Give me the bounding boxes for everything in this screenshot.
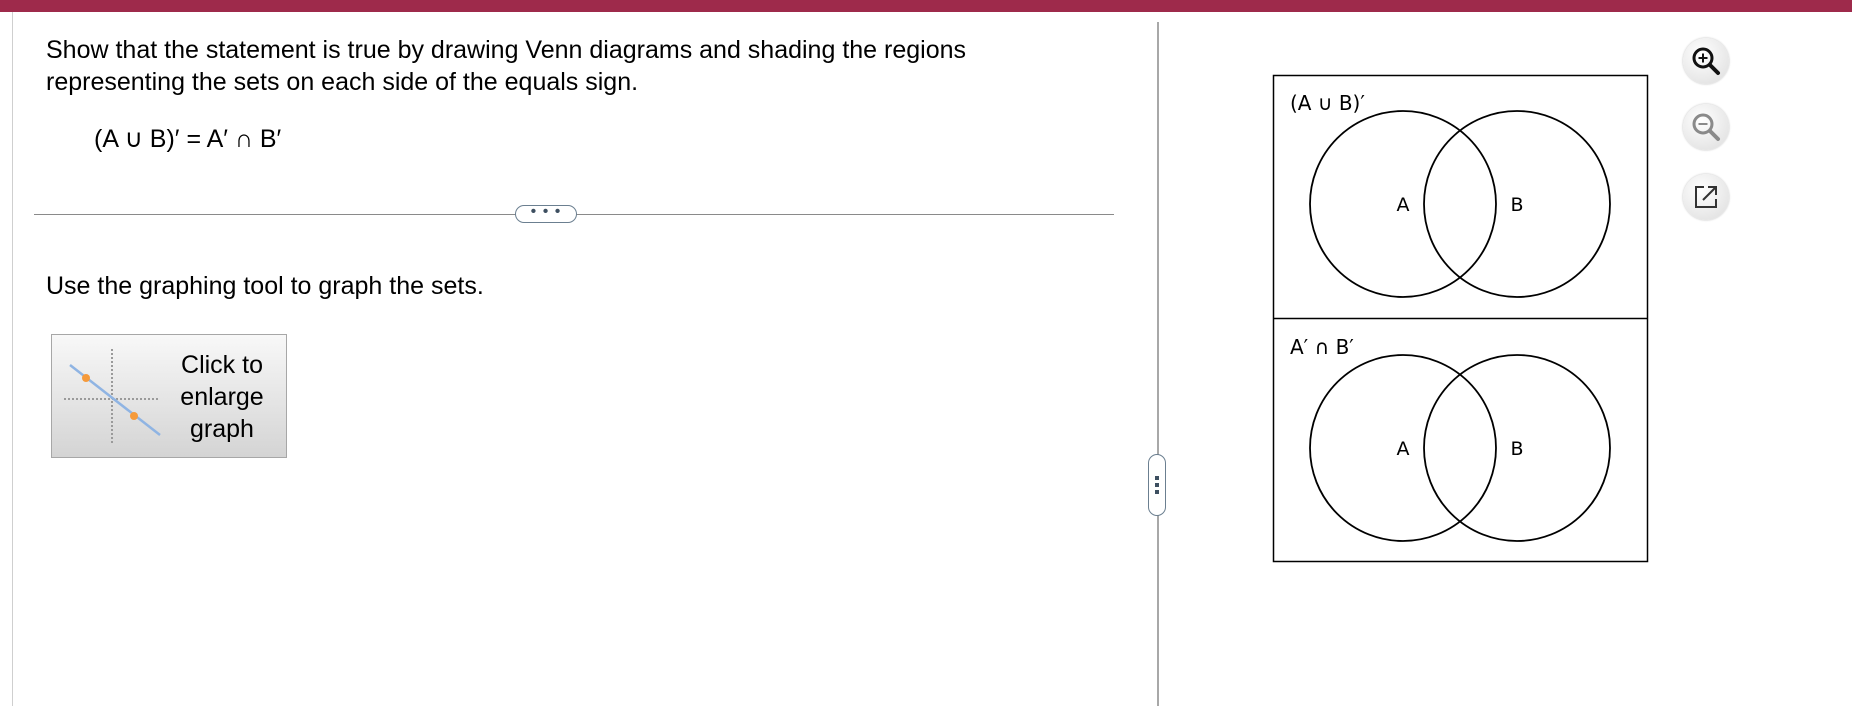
question-line-1: Show that the statement is true by drawi… — [46, 36, 967, 64]
question-text: Show that the statement is true by drawi… — [46, 34, 1046, 98]
zoom-in-icon[interactable] — [1683, 38, 1729, 84]
panel-splitter — [1157, 22, 1159, 706]
venn-top-label-b: B — [1510, 194, 1523, 216]
venn-bottom-title: A′ ∩ B′ — [1290, 335, 1354, 359]
venn-top-title: (A ∪ B)′ — [1290, 91, 1365, 115]
popout-icon[interactable] — [1683, 174, 1729, 220]
expand-button[interactable]: • • • — [515, 204, 577, 223]
left-border — [12, 12, 13, 706]
enlarge-graph-label: Click to enlarge graph — [180, 351, 264, 443]
venn-diagram-panel: (A ∪ B)′ A B A′ ∩ B′ A B — [1272, 74, 1649, 563]
question-line-2: representing the sets on each side of th… — [46, 68, 639, 96]
venn-bottom-label-b: B — [1510, 438, 1523, 460]
top-bar — [0, 0, 1852, 12]
splitter-handle[interactable] — [1148, 454, 1166, 516]
venn-bottom-label-a: A — [1397, 438, 1410, 460]
enlarge-graph-button[interactable]: Click to enlarge graph — [51, 334, 287, 458]
instruction-text: Use the graphing tool to graph the sets. — [46, 272, 484, 300]
graph-thumbnail-icon — [64, 349, 161, 445]
equation: (A ∪ B)′ = A′ ∩ B′ — [94, 125, 282, 153]
venn-top-label-a: A — [1397, 194, 1410, 216]
zoom-out-icon[interactable] — [1683, 104, 1729, 150]
